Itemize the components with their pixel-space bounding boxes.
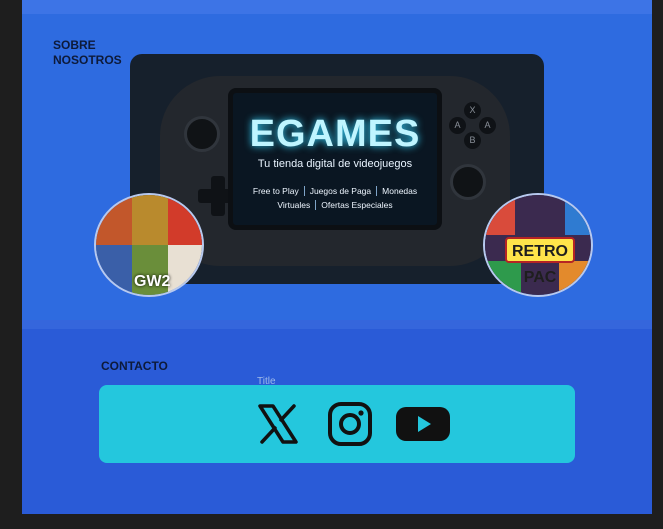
page-frame: SOBRE NOSOTROS EGAMES Tu tienda digital … [22, 0, 652, 514]
menu-free-to-play: Free to Play [248, 186, 305, 196]
left-stick [184, 116, 220, 152]
instagram-icon[interactable] [326, 400, 374, 448]
section-divider [22, 320, 652, 329]
contact-heading: CONTACTO [101, 359, 168, 373]
brand-tagline: Tu tienda digital de videojuegos [257, 158, 413, 170]
b-button-icon: B [464, 132, 481, 149]
x-icon[interactable] [254, 400, 302, 448]
a-button-icon: A [449, 117, 466, 134]
right-stick [450, 164, 486, 200]
menu-paid-games: Juegos de Paga [305, 186, 378, 196]
game-collage-left[interactable]: GW2 [94, 193, 204, 297]
about-section: SOBRE NOSOTROS EGAMES Tu tienda digital … [22, 14, 652, 320]
brand-logo: EGAMES [249, 113, 421, 155]
console-screen: EGAMES Tu tienda digital de videojuegos … [228, 88, 442, 230]
x-button-icon: X [464, 102, 481, 119]
a-button-icon: A [479, 117, 496, 134]
top-strip [22, 0, 652, 14]
contact-section: CONTACTO Title [22, 329, 652, 514]
menu-coins: Monedas [382, 186, 418, 196]
game-collage-right[interactable]: RETRO PAC [483, 193, 593, 297]
handheld-console: EGAMES Tu tienda digital de videojuegos … [160, 76, 510, 266]
game-title: GW2 [134, 273, 171, 290]
youtube-icon[interactable] [393, 400, 453, 448]
menu-virtual: Virtuales [272, 200, 317, 210]
menu-row-top: Free to Play Juegos de Paga Monedas [233, 186, 437, 196]
menu-special-offers: Ofertas Especiales [321, 200, 393, 210]
social-links-bar [99, 385, 575, 463]
retro-pac-logo: RETRO PAC [505, 237, 575, 286]
menu-row-bottom: Virtuales Ofertas Especiales [233, 200, 437, 210]
